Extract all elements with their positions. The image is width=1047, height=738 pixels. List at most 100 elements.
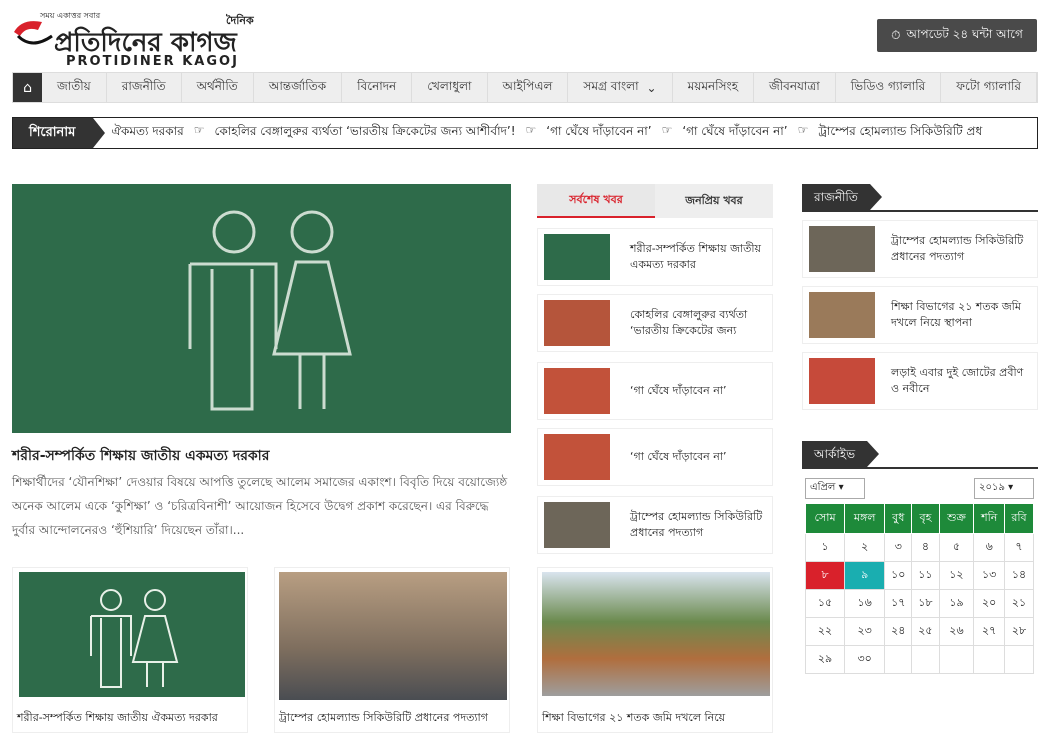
politics-thumb <box>809 358 875 404</box>
month-value: এপ্রিল <box>810 482 836 493</box>
latest-item[interactable]: ‘গা ঘেঁষে দাঁড়াবেন না’ <box>537 362 773 420</box>
story-image <box>19 572 245 697</box>
latest-thumb <box>544 434 610 480</box>
story-caption: শরীর-সম্পর্কিত শিক্ষায় জাতীয় ঐকমত্য দর… <box>17 711 218 724</box>
nav-item[interactable]: অর্থনীতি <box>182 73 254 102</box>
calendar-day[interactable]: ৭ <box>1003 533 1035 562</box>
calendar-day[interactable]: ১৫ <box>804 589 846 618</box>
update-button[interactable]: ⏱ আপডেট ২৪ ঘন্টা আগে <box>877 19 1037 52</box>
thumb-icon: ☞ <box>193 123 205 137</box>
calendar-day[interactable]: ২৭ <box>973 617 1005 646</box>
hero-image[interactable] <box>12 184 511 433</box>
nav-item[interactable]: ভিডিও গ্যালারি <box>836 73 942 102</box>
thumb-icon: ☞ <box>525 123 537 137</box>
story-card[interactable]: ট্রাম্পের হোমল্যান্ড সিকিউরিটি প্রধানের … <box>274 567 510 733</box>
latest-title: ‘গা ঘেঁষে দাঁড়াবেন না’ <box>630 384 727 397</box>
nav-item[interactable]: খেলাধুলা <box>412 73 488 102</box>
ticker-item[interactable]: ‘গা ঘেঁষে দাঁড়াবেন না’ <box>682 123 787 143</box>
story-card[interactable]: শরীর-সম্পর্কিত শিক্ষায় জাতীয় ঐকমত্য দর… <box>12 567 248 733</box>
nav-item[interactable]: আন্তর্জাতিক <box>254 73 343 102</box>
politics-title: ট্রাম্পের হোমল্যান্ড সিকিউরিটি প্রধানের … <box>891 234 1024 263</box>
year-select[interactable]: ২০১৯ ▾ <box>974 478 1034 499</box>
latest-thumb <box>544 502 610 548</box>
calendar-day[interactable]: ১৩ <box>973 561 1005 590</box>
ticker-item[interactable]: ঐকমত্য দরকার <box>111 123 183 143</box>
month-select[interactable]: এপ্রিল ▾ <box>805 478 865 499</box>
latest-title: শরীর-সম্পর্কিত শিক্ষায় জাতীয় একমত্য দর… <box>630 242 761 271</box>
weekday-header: বৃহ <box>911 503 940 534</box>
weekday-header: রবি <box>1003 503 1035 534</box>
politics-title: শিক্ষা বিভাগের ২১ শতক জমি দখলে নিয়ে স্থ… <box>891 300 1021 329</box>
clock-icon: ⏱ <box>891 28 901 42</box>
nav-item[interactable]: জাতীয় <box>42 73 107 102</box>
latest-item[interactable]: কোহলির বেঙ্গালুরুর ব্যর্থতা ‘ভারতীয় ক্র… <box>537 294 773 352</box>
archive-heading-label: আর্কাইভ <box>802 441 880 467</box>
news-ticker: শিরোনাম ঐকমত্য দরকার ☞ কোহলির বেঙ্গালুরু… <box>12 117 1038 149</box>
nav-item-dropdown[interactable]: সমগ্র বাংলা ⌄ <box>568 73 673 102</box>
ticker-item[interactable]: কোহলির বেঙ্গালুরুর ব্যর্থতা ‘ভারতীয় ক্র… <box>214 123 515 143</box>
tab-latest[interactable]: সর্বশেষ খবর <box>537 184 655 218</box>
hero-title[interactable]: শরীর-সম্পর্কিত শিক্ষায় জাতীয় একমত্য দর… <box>12 444 512 468</box>
politics-item[interactable]: লড়াই এবার দুই জোটের প্রবীণ ও নবীনে <box>802 352 1038 410</box>
nav-item[interactable]: আইপিএল <box>488 73 569 102</box>
calendar-day[interactable]: ২৬ <box>938 617 975 646</box>
thumb-icon: ☞ <box>661 123 673 137</box>
home-icon[interactable]: ⌂ <box>13 73 43 102</box>
calendar-day[interactable]: ৪ <box>911 533 940 562</box>
hero-summary: শিক্ষার্থীদের ‘যৌনশিক্ষা’ দেওয়ার বিষয়ে… <box>12 475 508 537</box>
calendar-day[interactable]: ৩ <box>884 533 913 562</box>
main-nav: ⌂ জাতীয় রাজনীতি অর্থনীতি আন্তর্জাতিক বি… <box>12 72 1038 103</box>
news-tabs: সর্বশেষ খবর জনপ্রিয় খবর <box>537 184 773 218</box>
calendar-day[interactable]: ২২ <box>804 617 846 646</box>
calendar-empty <box>884 645 913 674</box>
year-value: ২০১৯ <box>979 482 1005 493</box>
archive-heading: আর্কাইভ <box>802 441 1038 469</box>
calendar-day[interactable]: ৫ <box>938 533 975 562</box>
site-logo[interactable]: সময় একাত্তর সবার দৈনিক প্রতিদিনের কাগজ … <box>10 10 254 70</box>
ticker-item[interactable]: ট্রাম্পের হোমল্যান্ড সিকিউরিটি প্রধ <box>818 123 982 143</box>
nav-item[interactable]: ময়মনসিংহ <box>673 73 754 102</box>
thumb-icon: ☞ <box>797 123 809 137</box>
calendar-day-selected[interactable]: ৮ <box>804 561 846 590</box>
calendar-day[interactable]: ১৯ <box>938 589 975 618</box>
nav-item[interactable]: ফটো গ্যালারি <box>941 73 1037 102</box>
calendar-day[interactable]: ৩০ <box>844 645 886 674</box>
nav-item[interactable]: জীবনযাত্রা <box>754 73 836 102</box>
story-card[interactable]: শিক্ষা বিভাগের ২১ শতক জমি দখলে নিয়ে <box>537 567 773 733</box>
politics-item[interactable]: শিক্ষা বিভাগের ২১ শতক জমি দখলে নিয়ে স্থ… <box>802 286 1038 344</box>
politics-thumb <box>809 292 875 338</box>
calendar-day-today[interactable]: ৯ <box>844 561 886 590</box>
calendar-day[interactable]: ১০ <box>884 561 913 590</box>
calendar-day[interactable]: ২৪ <box>884 617 913 646</box>
calendar-day[interactable]: ২০ <box>973 589 1005 618</box>
latest-item[interactable]: শরীর-সম্পর্কিত শিক্ষায় জাতীয় একমত্য দর… <box>537 228 773 286</box>
nav-item[interactable]: রাজনীতি <box>107 73 182 102</box>
story-caption: ট্রাম্পের হোমল্যান্ড সিকিউরিটি প্রধানের … <box>279 711 488 724</box>
latest-title: ট্রাম্পের হোমল্যান্ড সিকিউরিটি প্রধানের … <box>630 510 763 539</box>
chevron-down-icon: ⌄ <box>646 80 657 95</box>
weekday-header: শুক্র <box>938 503 975 534</box>
calendar-day[interactable]: ২৩ <box>844 617 886 646</box>
update-label: আপডেট ২৪ ঘন্টা আগে <box>906 26 1023 41</box>
calendar-day[interactable]: ১৭ <box>884 589 913 618</box>
calendar-day[interactable]: ১৪ <box>1003 561 1035 590</box>
calendar-day[interactable]: ১ <box>804 533 846 562</box>
calendar-day[interactable]: ২ <box>844 533 886 562</box>
latest-item[interactable]: ট্রাম্পের হোমল্যান্ড সিকিউরিটি প্রধানের … <box>537 496 773 554</box>
nav-item[interactable]: বিনোদন <box>342 73 413 102</box>
calendar-day[interactable]: ১৮ <box>911 589 940 618</box>
calendar-day[interactable]: ১২ <box>938 561 975 590</box>
calendar-day[interactable]: ২১ <box>1003 589 1035 618</box>
ticker-item[interactable]: ‘গা ঘেঁষে দাঁড়াবেন না’ <box>546 123 651 143</box>
latest-item[interactable]: ‘গা ঘেঁষে দাঁড়াবেন না’ <box>537 428 773 486</box>
politics-heading-label[interactable]: রাজনীতি <box>802 184 882 210</box>
politics-item[interactable]: ট্রাম্পের হোমল্যান্ড সিকিউরিটি প্রধানের … <box>802 220 1038 278</box>
calendar-day[interactable]: ২৫ <box>911 617 940 646</box>
calendar-day[interactable]: ৬ <box>973 533 1005 562</box>
calendar-day[interactable]: ১৬ <box>844 589 886 618</box>
calendar-day[interactable]: ২৯ <box>804 645 846 674</box>
calendar-day[interactable]: ২৮ <box>1003 617 1035 646</box>
tab-popular[interactable]: জনপ্রিয় খবর <box>655 184 773 218</box>
nav-item-label: সমগ্র বাংলা <box>583 78 639 93</box>
calendar-day[interactable]: ১১ <box>911 561 940 590</box>
